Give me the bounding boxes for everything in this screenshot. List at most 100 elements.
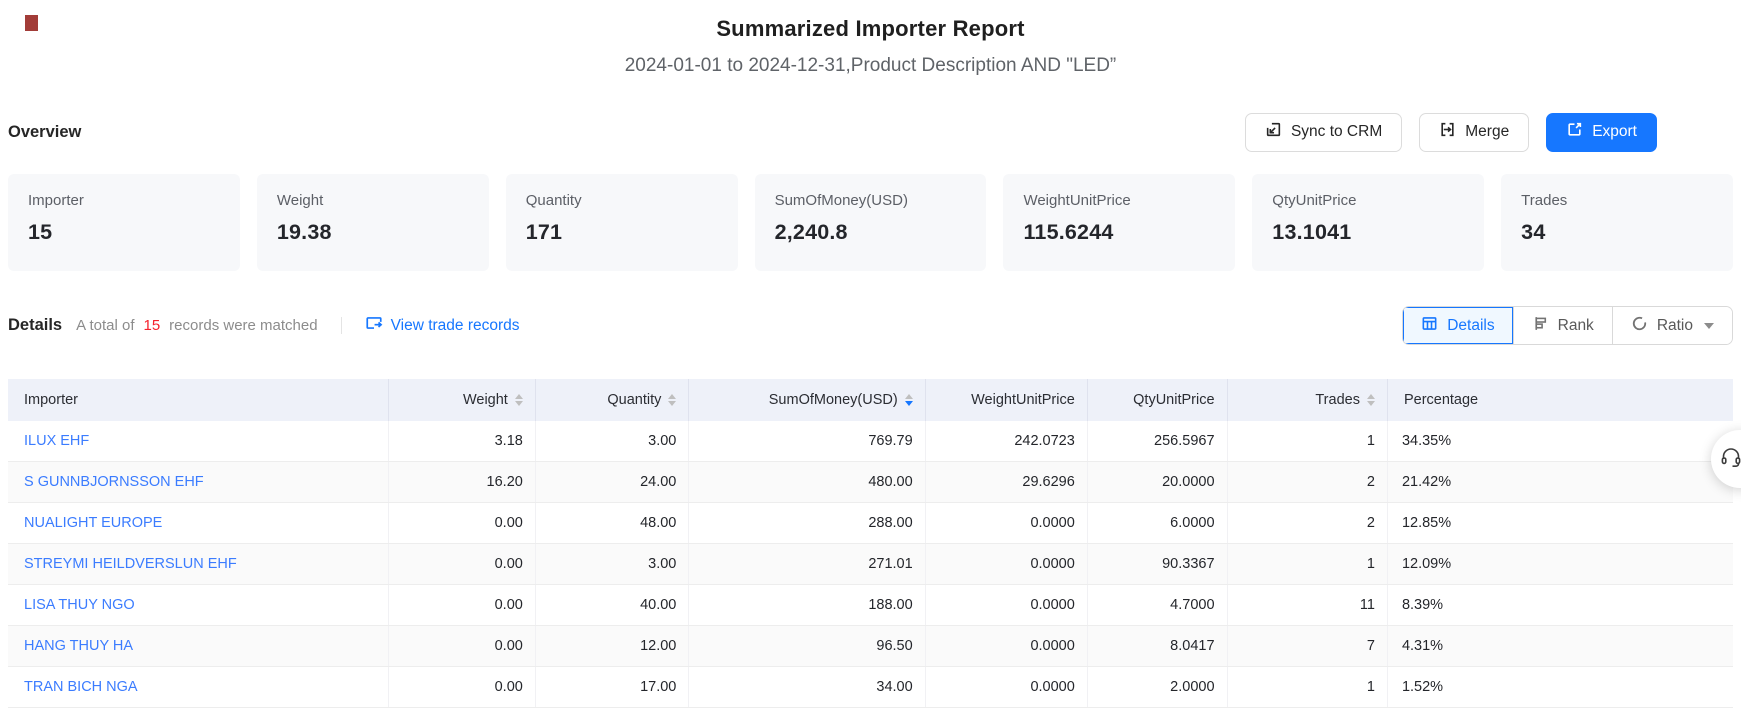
- stat-card-qtyunitprice: QtyUnitPrice 13.1041: [1252, 174, 1484, 271]
- table-cell: 34.35%: [1388, 421, 1733, 461]
- stat-label: Importer: [28, 192, 220, 209]
- table-cell: 21.42%: [1388, 462, 1733, 502]
- match-prefix: A total of: [76, 317, 134, 334]
- table-grid-icon: [1421, 315, 1438, 337]
- page-title: Summarized Importer Report: [0, 16, 1741, 42]
- column-label: Weight: [463, 392, 508, 408]
- table-cell: 0.0000: [926, 544, 1088, 584]
- table-cell: 769.79: [689, 421, 925, 461]
- table-cell: 12.00: [536, 626, 690, 666]
- column-header-importer: Importer: [8, 379, 389, 421]
- table-cell: 0.0000: [926, 503, 1088, 543]
- column-label: WeightUnitPrice: [971, 392, 1075, 408]
- table-cell: 8.39%: [1388, 585, 1733, 625]
- table-cell: 1: [1228, 667, 1388, 707]
- table-cell: 0.00: [389, 503, 536, 543]
- export-button[interactable]: Export: [1546, 113, 1657, 152]
- importer-link[interactable]: ILUX EHF: [24, 433, 89, 449]
- column-header-sumofmoney[interactable]: SumOfMoney(USD): [689, 379, 925, 421]
- importer-link[interactable]: LISA THUY NGO: [24, 597, 135, 613]
- stat-label: Trades: [1521, 192, 1713, 209]
- column-header-quantity[interactable]: Quantity: [536, 379, 690, 421]
- column-label: Percentage: [1404, 392, 1478, 408]
- sort-icon[interactable]: [1367, 394, 1375, 406]
- stat-value: 34: [1521, 220, 1713, 245]
- rank-bars-icon: [1532, 315, 1549, 337]
- table-cell: 12.85%: [1388, 503, 1733, 543]
- table-cell: 90.3367: [1088, 544, 1228, 584]
- table-cell: 3.00: [536, 544, 690, 584]
- table-cell: 34.00: [689, 667, 925, 707]
- sort-icon[interactable]: [668, 394, 676, 406]
- importer-link[interactable]: NUALIGHT EUROPE: [24, 515, 162, 531]
- view-switcher: Details Rank Ratio: [1402, 306, 1733, 345]
- stat-label: SumOfMoney(USD): [775, 192, 967, 209]
- tab-details[interactable]: Details: [1403, 307, 1512, 344]
- stat-card-quantity: Quantity 171: [506, 174, 738, 271]
- importer-link[interactable]: S GUNNBJORNSSON EHF: [24, 474, 204, 490]
- column-header-weightunitprice: WeightUnitPrice: [926, 379, 1088, 421]
- export-label: Export: [1592, 123, 1637, 141]
- stat-value: 19.38: [277, 220, 469, 245]
- table-cell: 4.31%: [1388, 626, 1733, 666]
- column-label: Trades: [1315, 392, 1360, 408]
- sync-to-crm-icon: [1265, 121, 1282, 143]
- column-header-qtyunitprice: QtyUnitPrice: [1088, 379, 1228, 421]
- page-subtitle: 2024-01-01 to 2024-12-31,Product Descrip…: [0, 55, 1741, 77]
- table-cell: 0.00: [389, 585, 536, 625]
- table-row: ILUX EHF3.183.00769.79242.0723256.596713…: [8, 421, 1733, 462]
- column-label: SumOfMoney(USD): [769, 392, 898, 408]
- importer-cell: NUALIGHT EUROPE: [8, 503, 389, 543]
- tab-ratio[interactable]: Ratio: [1612, 307, 1732, 344]
- table-cell: 288.00: [689, 503, 925, 543]
- stat-card-importer: Importer 15: [8, 174, 240, 271]
- chevron-down-icon: [1704, 323, 1714, 329]
- merge-button[interactable]: Merge: [1419, 113, 1529, 152]
- corner-red-badge: [25, 15, 38, 31]
- importer-link[interactable]: TRAN BICH NGA: [24, 679, 138, 695]
- table-cell: 2: [1228, 503, 1388, 543]
- headset-icon: [1719, 445, 1741, 474]
- table-cell: 6.0000: [1088, 503, 1228, 543]
- importer-cell: TRAN BICH NGA: [8, 667, 389, 707]
- stat-value: 2,240.8: [775, 220, 967, 245]
- view-trade-records-link[interactable]: View trade records: [365, 314, 520, 337]
- table-cell: 8.0417: [1088, 626, 1228, 666]
- table-cell: 0.00: [389, 626, 536, 666]
- sort-icon[interactable]: [515, 394, 523, 406]
- column-header-percentage: Percentage: [1388, 379, 1733, 421]
- stat-value: 171: [526, 220, 718, 245]
- table-cell: 1: [1228, 544, 1388, 584]
- column-label: QtyUnitPrice: [1133, 392, 1214, 408]
- column-header-trades[interactable]: Trades: [1228, 379, 1388, 421]
- importer-link[interactable]: STREYMI HEILDVERSLUN EHF: [24, 556, 237, 572]
- table-cell: 480.00: [689, 462, 925, 502]
- table-cell: 96.50: [689, 626, 925, 666]
- tab-rank[interactable]: Rank: [1513, 307, 1612, 344]
- table-row: S GUNNBJORNSSON EHF16.2024.00480.0029.62…: [8, 462, 1733, 503]
- stat-label: QtyUnitPrice: [1272, 192, 1464, 209]
- overview-heading: Overview: [8, 123, 81, 142]
- importer-cell: LISA THUY NGO: [8, 585, 389, 625]
- importer-cell: STREYMI HEILDVERSLUN EHF: [8, 544, 389, 584]
- table-body: ILUX EHF3.183.00769.79242.0723256.596713…: [8, 421, 1733, 708]
- export-icon: [1566, 121, 1583, 143]
- importer-link[interactable]: HANG THUY HA: [24, 638, 133, 654]
- stat-card-sumofmoney: SumOfMoney(USD) 2,240.8: [755, 174, 987, 271]
- tab-ratio-label: Ratio: [1657, 317, 1693, 335]
- table-cell: 48.00: [536, 503, 690, 543]
- table-cell: 0.00: [389, 544, 536, 584]
- table-cell: 12.09%: [1388, 544, 1733, 584]
- stat-card-weight: Weight 19.38: [257, 174, 489, 271]
- table-row: HANG THUY HA0.0012.0096.500.00008.041774…: [8, 626, 1733, 667]
- table-cell: 40.00: [536, 585, 690, 625]
- table-cell: 2: [1228, 462, 1388, 502]
- column-header-weight[interactable]: Weight: [389, 379, 536, 421]
- stat-card-trades: Trades 34: [1501, 174, 1733, 271]
- sort-icon-active-desc[interactable]: [905, 394, 913, 406]
- vertical-divider: [341, 317, 342, 334]
- details-heading: Details: [8, 316, 62, 335]
- sync-to-crm-button[interactable]: Sync to CRM: [1245, 113, 1402, 152]
- table-row: STREYMI HEILDVERSLUN EHF0.003.00271.010.…: [8, 544, 1733, 585]
- sync-to-crm-label: Sync to CRM: [1291, 123, 1382, 141]
